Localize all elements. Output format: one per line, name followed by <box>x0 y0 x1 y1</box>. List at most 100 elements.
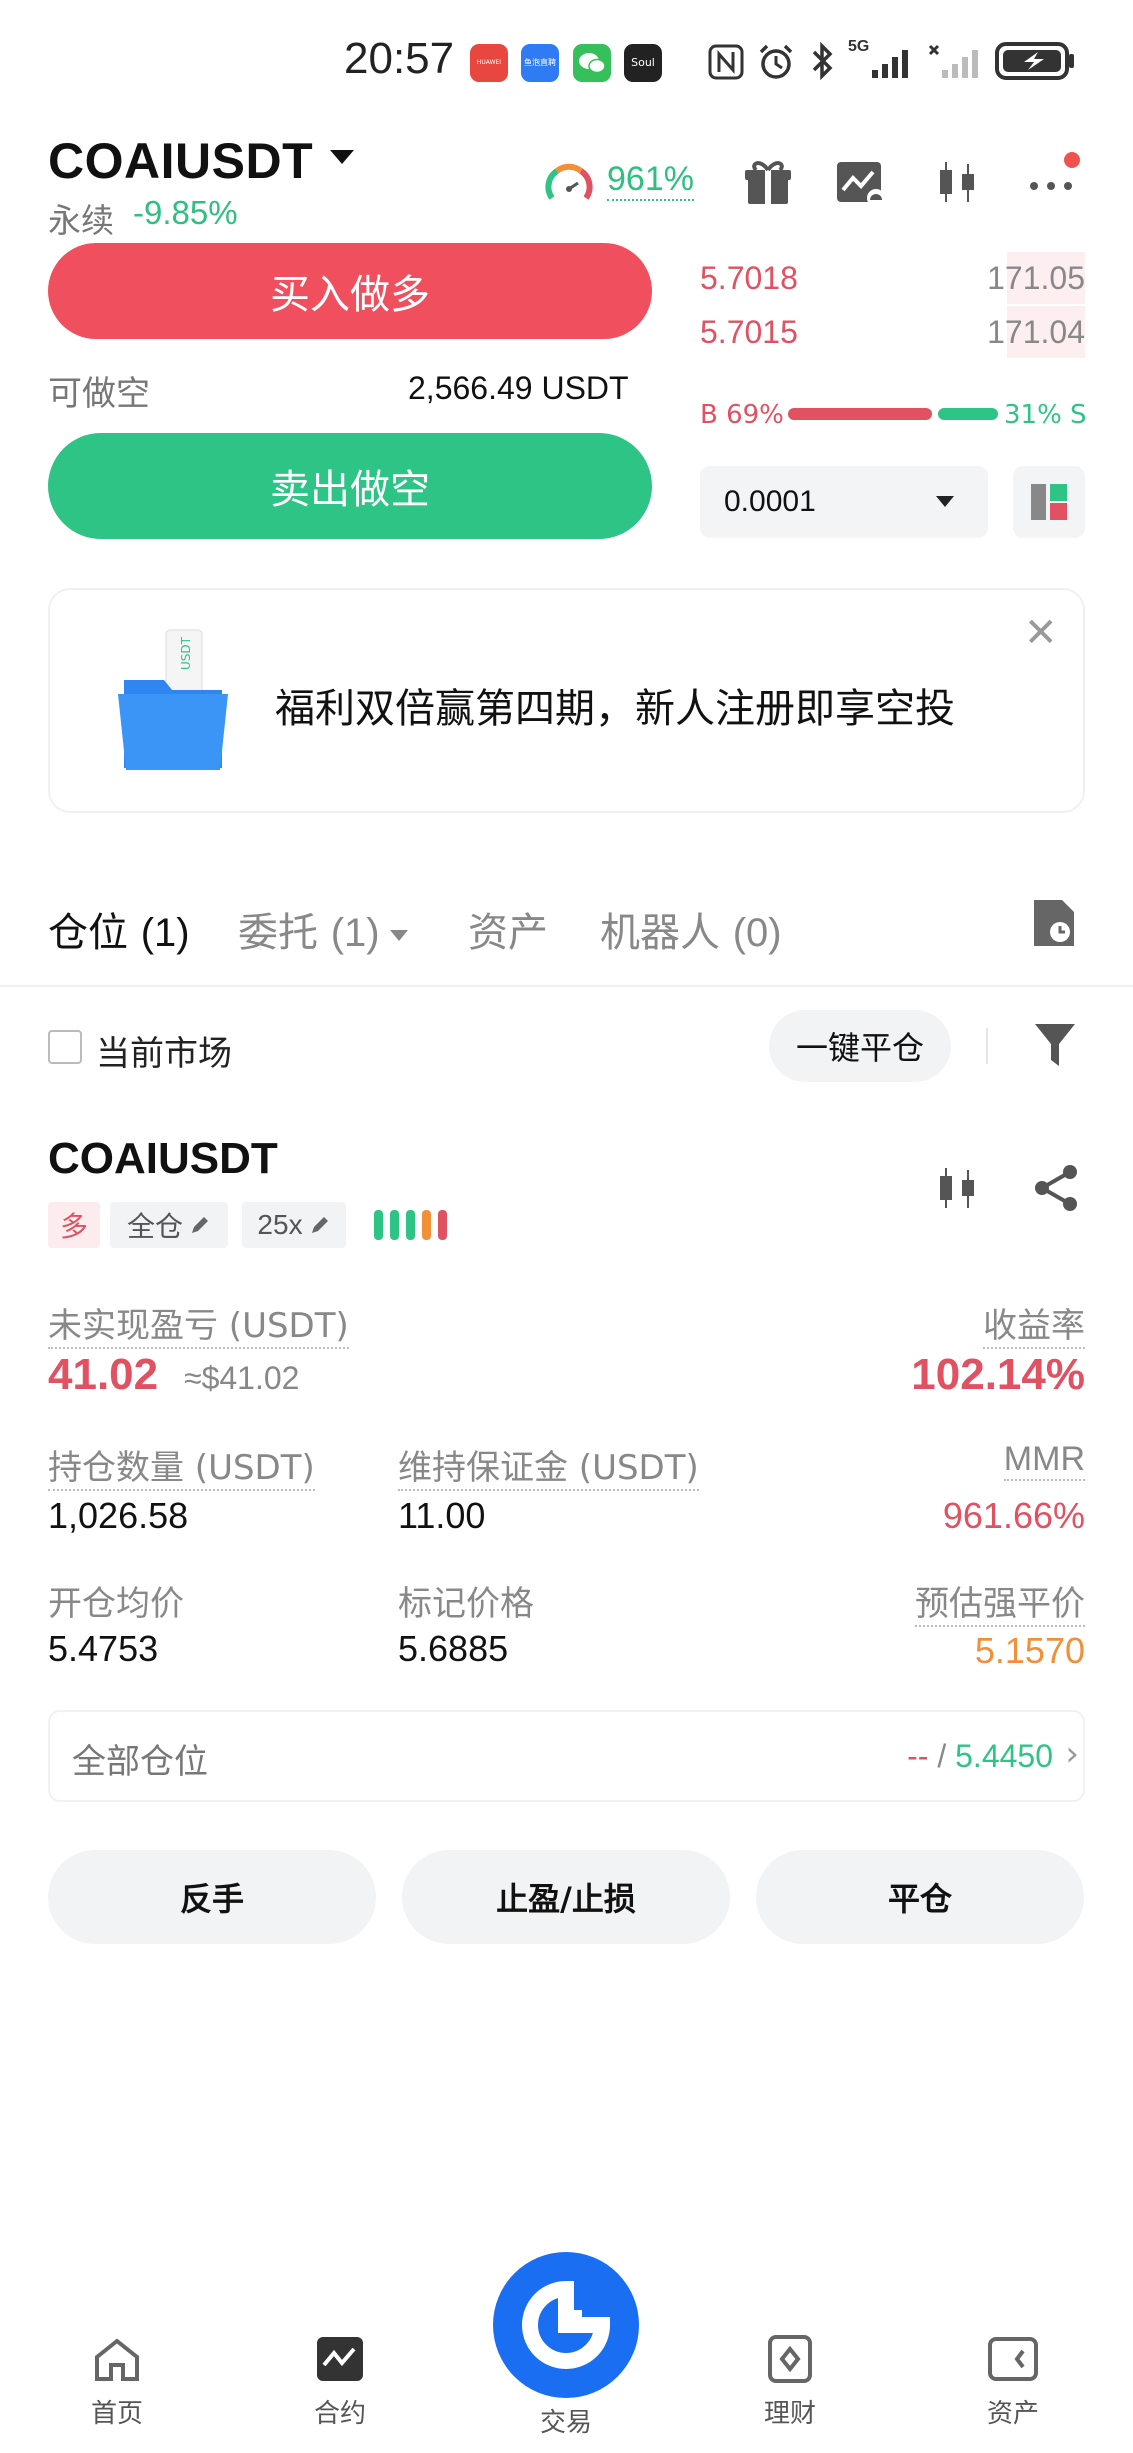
current-market-label[interactable]: 当前市场 <box>96 1026 232 1075</box>
liq-price-value: 5.1570 <box>974 1630 1085 1671</box>
nav-home[interactable]: 首页 <box>57 2335 177 2430</box>
edit-icon <box>192 1217 208 1233</box>
layout-icon <box>1031 484 1067 520</box>
precision-select[interactable]: 0.0001 <box>700 466 988 538</box>
nav-futures[interactable]: 合约 <box>280 2335 400 2430</box>
history-icon[interactable] <box>1030 896 1078 950</box>
candlestick-icon[interactable] <box>932 1162 984 1214</box>
nav-assets[interactable]: 资产 <box>953 2335 1073 2430</box>
orderbook-layout-button[interactable] <box>1013 466 1085 538</box>
tab-label: 资产 <box>468 910 548 956</box>
buy-ratio-bar <box>788 408 932 420</box>
nav-label: 理财 <box>763 2399 816 2429</box>
entry-price-value: 5.4753 <box>48 1628 159 1669</box>
close-all-button[interactable]: 一键平仓 <box>769 1010 951 1082</box>
nav-label: 资产 <box>986 2399 1039 2429</box>
position-size-label[interactable]: 持仓数量 (USDT) <box>48 1440 315 1491</box>
edit-icon <box>311 1217 328 1233</box>
divider <box>0 985 1133 987</box>
margin-mode-badge[interactable]: 全仓 <box>110 1202 228 1248</box>
earn-icon <box>768 2335 812 2383</box>
tab-count: (1) <box>140 911 190 955</box>
close-icon[interactable]: ✕ <box>1024 610 1058 656</box>
precision-value: 0.0001 <box>724 485 816 518</box>
wallet-icon <box>988 2337 1038 2381</box>
position-symbol[interactable]: COAIUSDT <box>48 1134 278 1184</box>
share-icon[interactable] <box>1030 1162 1082 1214</box>
orderbook-ask-row[interactable]: 5.7018 171.05 <box>695 252 1085 304</box>
buy-long-button[interactable]: 买入做多 <box>48 243 652 339</box>
tab-bots[interactable]: 机器人 (0) <box>600 900 782 958</box>
sentiment-gauge-icon[interactable] <box>544 160 594 210</box>
tab-label: 仓位 <box>48 910 128 956</box>
ask-price: 5.7015 <box>700 314 798 350</box>
pair-title[interactable]: COAIUSDT <box>48 132 313 190</box>
contract-type: 永续 <box>48 201 114 240</box>
chevron-down-icon <box>936 496 954 507</box>
signal-icon <box>870 44 916 84</box>
risk-indicator-bar <box>422 1210 431 1240</box>
tab-count: (0) <box>732 911 782 955</box>
current-market-checkbox[interactable] <box>48 1030 82 1064</box>
soul-app-icon: Soul <box>624 44 662 82</box>
risk-indicator-bar <box>390 1210 399 1240</box>
gift-icon[interactable] <box>742 156 794 208</box>
all-positions-dash: -- <box>907 1738 929 1774</box>
available-label: 可做空 <box>48 374 150 414</box>
sell-ratio-label: 31% S <box>1004 400 1087 430</box>
all-positions-label: 全部仓位 <box>72 1742 208 1782</box>
notification-dot <box>1064 152 1080 168</box>
leverage-label: 25x <box>257 1209 303 1240</box>
yupao-app-icon: 鱼泡直聘 <box>521 44 559 82</box>
promo-text: 福利双倍赢第四期，新人注册即享空投 <box>275 686 955 732</box>
nfc-icon <box>708 42 744 86</box>
bluetooth-icon <box>808 40 836 86</box>
liq-price-label[interactable]: 预估强平价 <box>915 1576 1085 1627</box>
price-change: -9.85% <box>133 194 238 231</box>
all-positions-slash: / <box>928 1738 956 1774</box>
orderbook-ask-row[interactable]: 5.7015 171.04 <box>695 306 1085 358</box>
huawei-app-icon: HUAWEI <box>470 44 508 82</box>
tab-count: (1) <box>330 911 380 955</box>
maint-margin-label[interactable]: 维持保证金 (USDT) <box>398 1440 699 1491</box>
ask-qty: 171.04 <box>987 314 1085 350</box>
all-positions-price: 5.4450 <box>955 1738 1053 1774</box>
side-badge: 多 <box>48 1202 100 1248</box>
available-value: 2,566.49 USDT <box>408 370 629 406</box>
close-position-button[interactable]: 平仓 <box>756 1850 1084 1944</box>
tab-label: 委托 <box>238 910 318 956</box>
sentiment-value[interactable]: 961% <box>607 160 694 201</box>
unrealized-pnl-value: 41.02 <box>48 1350 159 1399</box>
chart-alert-icon[interactable] <box>834 156 886 208</box>
mark-price-value: 5.6885 <box>398 1628 509 1669</box>
alarm-icon <box>756 42 796 86</box>
tp-sl-button[interactable]: 止盈/止损 <box>402 1850 730 1944</box>
roe-label[interactable]: 收益率 <box>983 1298 1085 1349</box>
network-type: 5G <box>848 38 870 55</box>
tab-positions[interactable]: 仓位 (1) <box>48 900 190 958</box>
sell-short-button[interactable]: 卖出做空 <box>48 433 652 539</box>
sell-ratio-bar <box>938 408 998 420</box>
candlestick-icon[interactable] <box>932 156 984 208</box>
nav-label: 交易 <box>539 2408 592 2438</box>
mmr-label[interactable]: MMR <box>1003 1440 1085 1481</box>
pair-dropdown-icon[interactable] <box>330 150 354 164</box>
tab-label: 机器人 <box>600 910 720 956</box>
unrealized-pnl-label[interactable]: 未实现盈亏 (USDT) <box>48 1298 349 1349</box>
nav-label: 合约 <box>313 2399 366 2429</box>
leverage-badge[interactable]: 25x <box>242 1202 346 1248</box>
filter-icon[interactable] <box>1032 1020 1078 1070</box>
position-size-value: 1,026.58 <box>48 1495 189 1536</box>
nav-trade[interactable] <box>493 2252 639 2398</box>
folder-illustration-icon: USDT <box>118 629 228 770</box>
mark-price-label: 标记价格 <box>398 1584 534 1624</box>
trade-logo-icon <box>522 2280 611 2369</box>
risk-indicator-bar <box>438 1210 447 1240</box>
tab-orders[interactable]: 委托 (1) <box>238 900 408 958</box>
entry-price-label: 开仓均价 <box>48 1584 184 1624</box>
status-time: 20:57 <box>344 34 455 83</box>
nav-earn[interactable]: 理财 <box>730 2335 850 2430</box>
tab-assets[interactable]: 资产 <box>468 900 548 958</box>
reverse-button[interactable]: 反手 <box>48 1850 376 1944</box>
unrealized-pnl-approx: ≈$41.02 <box>184 1360 300 1396</box>
